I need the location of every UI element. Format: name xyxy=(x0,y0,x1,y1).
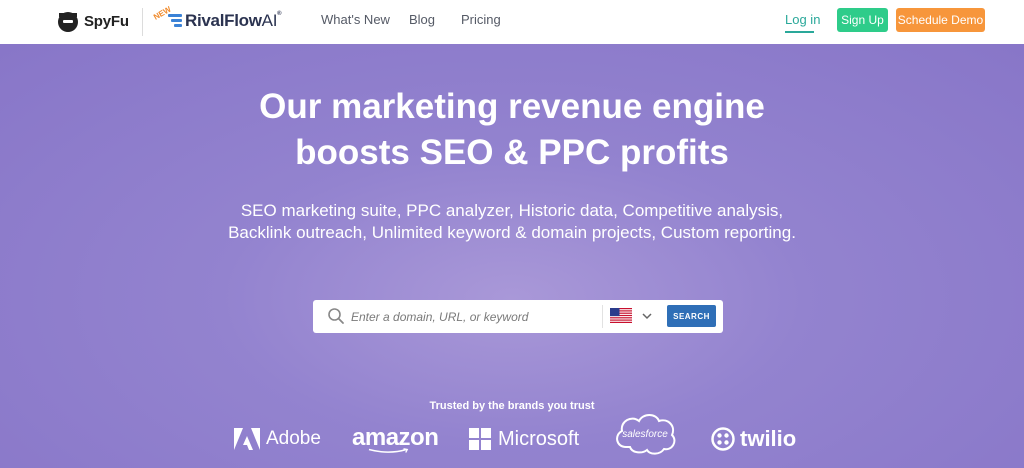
signup-button[interactable]: Sign Up xyxy=(837,8,888,32)
hero-headline: Our marketing revenue engine boosts SEO … xyxy=(0,84,1024,176)
rivalflow-icon xyxy=(168,14,182,30)
adobe-wordmark: Adobe xyxy=(266,428,321,449)
adobe-logo: Adobe xyxy=(234,424,321,454)
trusted-heading: Trusted by the brands you trust xyxy=(429,400,595,412)
chevron-down-icon[interactable] xyxy=(641,310,653,322)
adobe-icon xyxy=(234,428,260,450)
headline-line-1: Our marketing revenue engine xyxy=(259,87,765,126)
login-link[interactable]: Log in xyxy=(785,12,820,27)
spyfu-wordmark: SpyFu xyxy=(84,12,129,30)
search-button[interactable]: SEARCH xyxy=(667,305,716,327)
salesforce-cloud-icon: salesforce xyxy=(616,414,676,455)
hero-subhead: SEO marketing suite, PPC analyzer, Histo… xyxy=(228,201,796,242)
microsoft-logo: Microsoft xyxy=(469,424,579,454)
nav-divider xyxy=(142,8,143,36)
salesforce-wordmark: salesforce xyxy=(622,429,668,440)
search-bar: SEARCH xyxy=(313,300,723,333)
twilio-logo: twilio xyxy=(711,424,796,454)
salesforce-logo: salesforce xyxy=(612,414,678,455)
twilio-wordmark: twilio xyxy=(740,426,797,451)
search-icon xyxy=(328,308,344,324)
amazon-smile-icon xyxy=(368,448,409,453)
schedule-demo-button[interactable]: Schedule Demo xyxy=(896,8,985,32)
us-flag-icon[interactable] xyxy=(610,308,632,323)
search-input[interactable] xyxy=(351,300,601,333)
microsoft-windows-icon xyxy=(469,428,491,450)
microsoft-wordmark: Microsoft xyxy=(498,427,580,450)
rivalflow-logo[interactable]: NEW RivalFlowAI® xyxy=(152,4,292,40)
twilio-icon xyxy=(711,427,735,451)
nav-link-whats-new[interactable]: What's New xyxy=(321,12,390,27)
nav-link-blog[interactable]: Blog xyxy=(409,12,435,27)
spyfu-logo[interactable]: SpyFu xyxy=(56,7,129,35)
headline-line-2: boosts SEO & PPC profits xyxy=(295,133,729,172)
login-underline xyxy=(785,31,814,33)
rivalflow-wordmark: RivalFlowAI® xyxy=(185,11,282,30)
spyfu-spy-icon xyxy=(58,12,78,32)
amazon-logo: amazon xyxy=(352,424,439,454)
search-divider xyxy=(602,305,603,328)
top-nav: SpyFu NEW RivalFlowAI® What's New Blog P… xyxy=(0,0,1024,44)
nav-link-pricing[interactable]: Pricing xyxy=(461,12,501,27)
